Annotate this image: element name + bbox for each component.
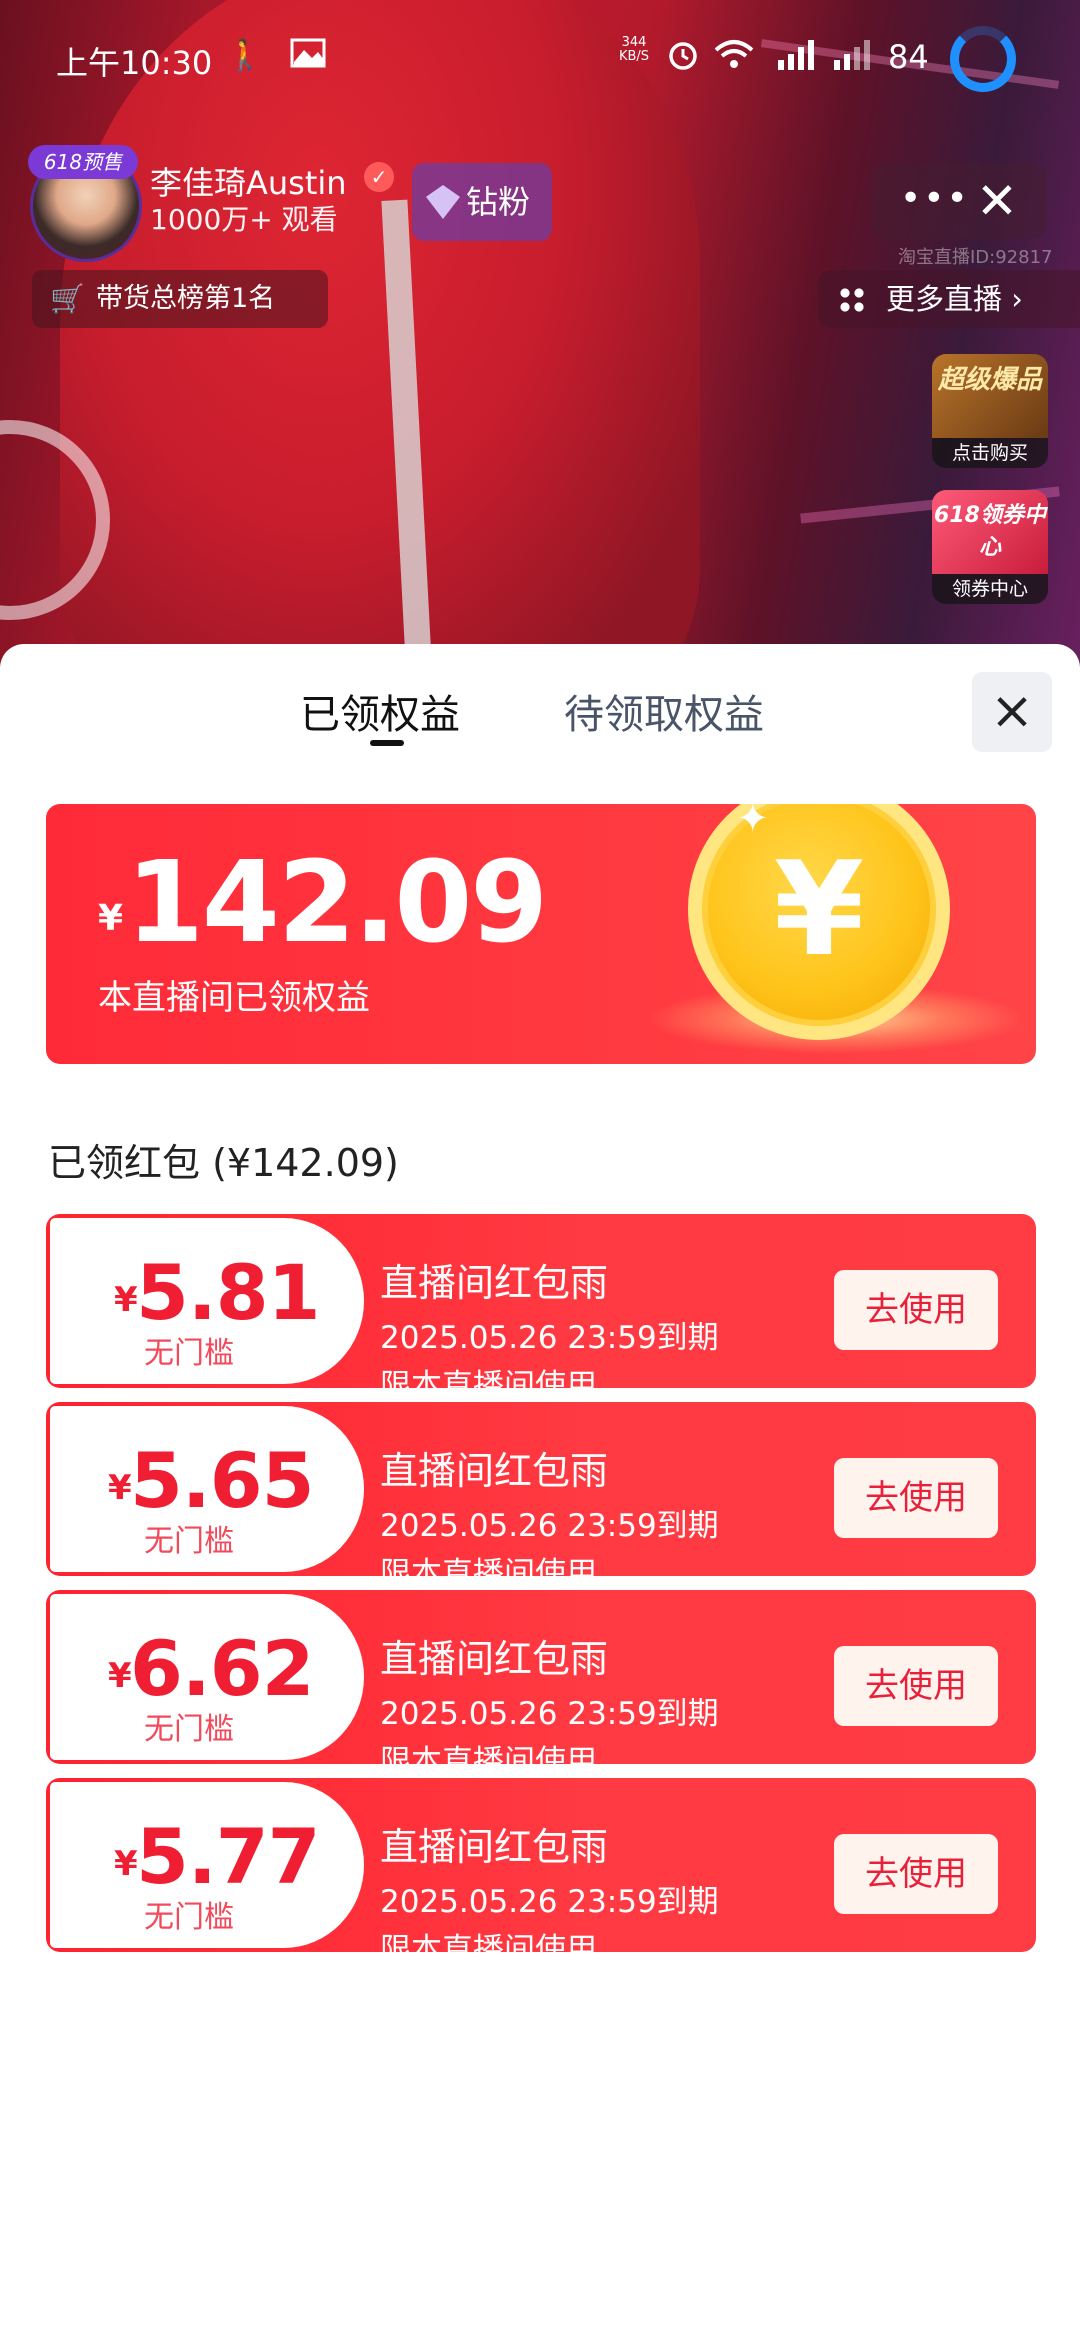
promo-coupon-center[interactable]: 618领券中心 领券中心 — [932, 490, 1048, 604]
diamond-icon — [426, 185, 460, 219]
coupon-title: 直播间红包雨 — [380, 1637, 609, 1681]
coupon-expiry: 2025.05.26 23:59到期 — [380, 1884, 719, 1920]
close-icon: × — [990, 681, 1034, 741]
coupon-value: 6.62 — [130, 1624, 315, 1713]
fan-button-label: 钻粉 — [466, 183, 531, 221]
status-time: 上午10:30 — [56, 44, 213, 82]
net-speed: 344 KB/S — [618, 35, 650, 64]
verified-icon: ✓ — [364, 162, 394, 192]
yen-coin-icon: ¥ — [688, 804, 950, 1040]
wifi-icon — [714, 38, 754, 79]
room-id: 淘宝直播ID:92817 — [898, 247, 1053, 268]
coupon-value-panel: ¥ 5.81 无门槛 — [50, 1218, 364, 1384]
coupon-expiry: 2025.05.26 23:59到期 — [380, 1508, 719, 1544]
avatar-badge: 618预售 — [28, 145, 138, 179]
coupon-threshold: 无门槛 — [144, 1524, 234, 1559]
summary-currency: ¥ — [98, 898, 124, 939]
coupon-card: ¥ 5.81 无门槛 直播间红包雨 2025.05.26 23:59到期 限本直… — [46, 1214, 1036, 1388]
image-icon — [290, 38, 326, 77]
coupon-value: 5.81 — [136, 1248, 321, 1337]
tab-indicator — [370, 740, 404, 746]
tab-claimed-benefits[interactable]: 已领权益 — [300, 682, 460, 740]
coupon-threshold: 无门槛 — [144, 1336, 234, 1371]
promo-art: 超级爆品 — [932, 354, 1048, 438]
coupon-title: 直播间红包雨 — [380, 1825, 609, 1869]
coupon-currency: ¥ — [108, 1656, 132, 1696]
coupon-value: 5.65 — [130, 1436, 315, 1525]
signal-icon — [830, 38, 874, 81]
benefits-sheet: 已领权益 待领取权益 × ¥ 142.09 本直播间已领权益 ¥ ✦ 已领红包 … — [0, 644, 1080, 2340]
use-coupon-button[interactable]: 去使用 — [834, 1270, 998, 1350]
viewer-count: 1000万+ 观看 — [150, 203, 338, 236]
promo-art: 618领券中心 — [932, 490, 1048, 574]
coupon-scope: 限本直播间使用 — [380, 1932, 597, 1952]
coupon-threshold: 无门槛 — [144, 1712, 234, 1747]
sparkle-icon: ✦ — [736, 804, 770, 842]
section-title: 已领红包 (¥142.09) — [48, 1141, 399, 1185]
grid-icon — [838, 286, 866, 314]
coupon-value: 5.77 — [136, 1812, 321, 1901]
fan-button[interactable]: 钻粉 — [412, 163, 552, 241]
use-coupon-button[interactable]: 去使用 — [834, 1834, 998, 1914]
close-icon[interactable]: ✕ — [976, 171, 1018, 231]
coupon-currency: ¥ — [108, 1468, 132, 1508]
walking-icon: 🚶 — [226, 38, 264, 73]
battery-ring-icon — [950, 26, 1016, 92]
coupon-title: 直播间红包雨 — [380, 1449, 609, 1493]
coupon-card: ¥ 5.77 无门槛 直播间红包雨 2025.05.26 23:59到期 限本直… — [46, 1778, 1036, 1952]
coupon-value-panel: ¥ 5.77 无门槛 — [50, 1782, 364, 1948]
promo-hot-deals[interactable]: 超级爆品 点击购买 — [932, 354, 1048, 468]
tab-pending-benefits[interactable]: 待领取权益 — [564, 682, 764, 740]
use-coupon-button[interactable]: 去使用 — [834, 1646, 998, 1726]
sheet-close-button[interactable]: × — [972, 672, 1052, 752]
coupon-expiry: 2025.05.26 23:59到期 — [380, 1320, 719, 1356]
promo-caption: 点击购买 — [932, 438, 1048, 468]
cart-icon: 🛒 — [50, 282, 85, 315]
coupon-expiry: 2025.05.26 23:59到期 — [380, 1696, 719, 1732]
top-actions: ••• ✕ — [872, 163, 1046, 239]
coupon-scope: 限本直播间使用 — [380, 1744, 597, 1764]
coupon-card: ¥ 6.62 无门槛 直播间红包雨 2025.05.26 23:59到期 限本直… — [46, 1590, 1036, 1764]
coupon-card: ¥ 5.65 无门槛 直播间红包雨 2025.05.26 23:59到期 限本直… — [46, 1402, 1036, 1576]
summary-amount: 142.09 — [126, 838, 548, 968]
coupon-scope: 限本直播间使用 — [380, 1556, 597, 1576]
coupon-value-panel: ¥ 6.62 无门槛 — [50, 1594, 364, 1760]
summary-caption: 本直播间已领权益 — [98, 978, 370, 1018]
chevron-right-icon: › — [1011, 282, 1023, 316]
status-bar: 上午10:30 🚶 344 KB/S 84 — [0, 0, 1080, 120]
promo-caption: 领券中心 — [932, 574, 1048, 604]
coupon-value-panel: ¥ 5.65 无门槛 — [50, 1406, 364, 1572]
more-live-label: 更多直播 — [886, 282, 1003, 316]
rank-badge[interactable]: 🛒 带货总榜第1名 — [32, 270, 328, 328]
coupon-threshold: 无门槛 — [144, 1900, 234, 1935]
more-live-button[interactable]: 更多直播 › — [818, 270, 1080, 328]
use-coupon-button[interactable]: 去使用 — [834, 1458, 998, 1538]
signal-icon — [774, 38, 818, 81]
coupon-currency: ¥ — [114, 1280, 138, 1320]
rank-label: 带货总榜第1名 — [96, 283, 276, 314]
more-dots-icon[interactable]: ••• — [900, 181, 970, 217]
coupon-scope: 限本直播间使用 — [380, 1368, 597, 1388]
battery-level: 84 — [888, 38, 929, 76]
benefits-summary-card: ¥ 142.09 本直播间已领权益 ¥ ✦ — [46, 804, 1036, 1064]
coupon-title: 直播间红包雨 — [380, 1261, 609, 1305]
coupon-currency: ¥ — [114, 1844, 138, 1884]
alarm-icon — [666, 38, 700, 81]
